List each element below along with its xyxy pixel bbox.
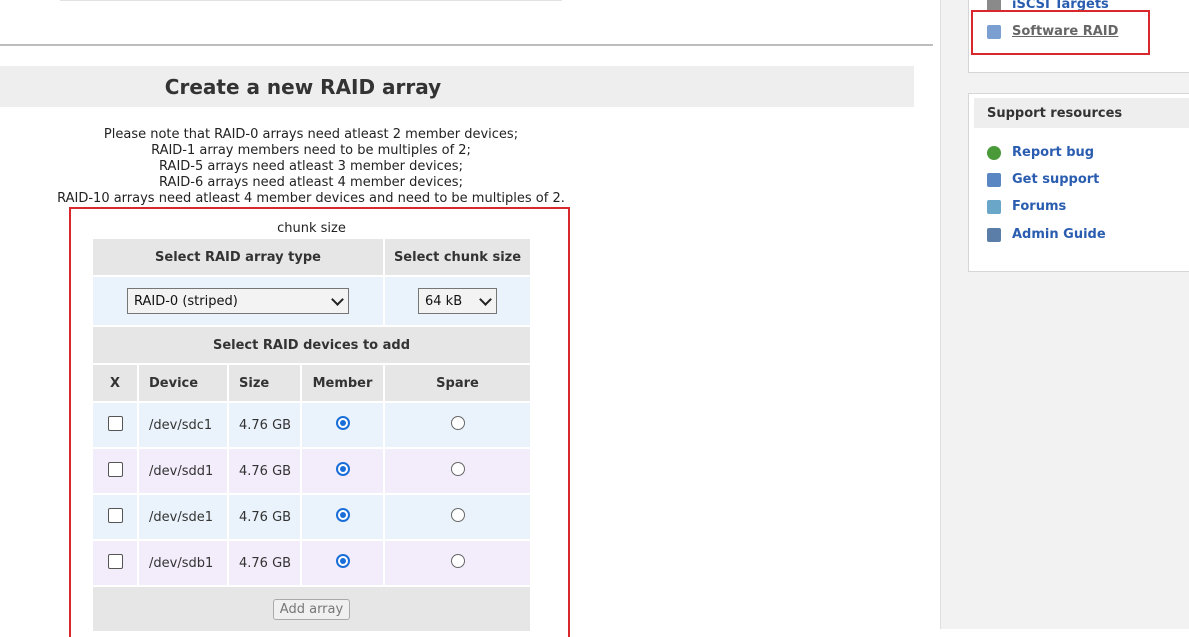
raid-type-value: RAID-0 (striped) (134, 293, 238, 309)
chunk-size-select[interactable]: 64 kB (418, 288, 497, 314)
top-divider (60, 0, 562, 1)
spare-radio[interactable] (450, 508, 465, 522)
device-select-cell (93, 541, 137, 585)
page-title-text: Create a new RAID array (164, 74, 442, 99)
spare-cell (385, 403, 530, 447)
raid-notes: Please note that RAID-0 arrays need atle… (0, 127, 622, 207)
note-line: RAID-10 arrays need atleast 4 member dev… (57, 191, 565, 206)
member-radio[interactable] (335, 416, 350, 430)
support-link-label: Admin Guide (1012, 227, 1106, 242)
device-checkbox[interactable] (107, 507, 123, 523)
raid-form-table: Select RAID array type Select chunk size… (91, 237, 532, 633)
spare-radio[interactable] (450, 416, 465, 430)
member-radio[interactable] (335, 554, 350, 568)
device-select-cell (93, 403, 137, 447)
table-row: /dev/sde1 4.76 GB (93, 495, 530, 539)
admin-guide-link[interactable]: Admin Guide (987, 227, 1106, 242)
member-cell (302, 541, 383, 585)
note-line: RAID-5 arrays need atleast 3 member devi… (159, 159, 463, 174)
device-checkbox[interactable] (107, 461, 123, 477)
member-cell (302, 403, 383, 447)
device-select-cell (93, 449, 137, 493)
device-checkbox[interactable] (107, 415, 123, 431)
support-link-label: Report bug (1012, 145, 1095, 160)
column-header-member: Member (302, 365, 383, 401)
device-size: 4.76 GB (229, 495, 300, 539)
support-link-label: Get support (1012, 172, 1100, 187)
column-header-x: X (93, 365, 137, 401)
forum-icon (987, 199, 1001, 214)
device-size: 4.76 GB (229, 449, 300, 493)
bug-icon (987, 145, 1001, 160)
device-select-cell (93, 495, 137, 539)
spare-cell (385, 449, 530, 493)
note-line: RAID-1 array members need to be multiple… (151, 143, 471, 158)
main-content: Create a new RAID array Please note that… (0, 0, 940, 637)
note-line: Please note that RAID-0 arrays need atle… (103, 127, 519, 142)
forums-link[interactable]: Forums (987, 199, 1066, 214)
chevron-down-icon (331, 292, 344, 306)
device-name: /dev/sdb1 (139, 541, 227, 585)
section-divider (0, 44, 933, 46)
device-name: /dev/sde1 (139, 495, 227, 539)
raid-type-header: Select RAID array type (93, 239, 383, 275)
highlight-frame (971, 10, 1150, 55)
spare-cell (385, 495, 530, 539)
support-link-label: Forums (1012, 199, 1067, 214)
page-title: Create a new RAID array (0, 66, 914, 107)
member-cell (302, 449, 383, 493)
member-radio[interactable] (335, 462, 350, 476)
support-icon (987, 172, 1001, 187)
device-size: 4.76 GB (229, 403, 300, 447)
chunk-size-caption: chunk size (277, 221, 346, 236)
column-header-spare: Spare (385, 365, 530, 401)
device-checkbox[interactable] (107, 553, 123, 569)
report-bug-link[interactable]: Report bug (987, 145, 1094, 160)
column-header-device: Device (139, 365, 227, 401)
book-icon (987, 227, 1001, 242)
add-array-button[interactable]: Add array (272, 598, 351, 620)
table-row: /dev/sdb1 4.76 GB (93, 541, 530, 585)
spare-cell (385, 541, 530, 585)
spare-radio[interactable] (450, 462, 465, 476)
raid-type-cell: RAID-0 (striped) (93, 277, 383, 325)
chevron-down-icon (479, 292, 492, 306)
member-radio[interactable] (335, 508, 350, 522)
chunk-size-cell: 64 kB (385, 277, 530, 325)
devices-header: Select RAID devices to add (93, 327, 530, 363)
get-support-link[interactable]: Get support (987, 172, 1099, 187)
note-line: RAID-6 arrays need atleast 4 member devi… (159, 175, 463, 190)
chunk-size-header: Select chunk size (385, 239, 530, 275)
raid-type-select[interactable]: RAID-0 (striped) (127, 288, 349, 314)
chunk-size-value: 64 kB (425, 293, 463, 309)
spare-radio[interactable] (450, 554, 465, 568)
column-header-size: Size (229, 365, 300, 401)
device-name: /dev/sdc1 (139, 403, 227, 447)
member-cell (302, 495, 383, 539)
support-resources-header: Support resources (974, 98, 1189, 128)
table-row: /dev/sdc1 4.76 GB (93, 403, 530, 447)
submit-cell: Add array (93, 587, 530, 631)
table-row: /dev/sdd1 4.76 GB (93, 449, 530, 493)
device-size: 4.76 GB (229, 541, 300, 585)
device-name: /dev/sdd1 (139, 449, 227, 493)
